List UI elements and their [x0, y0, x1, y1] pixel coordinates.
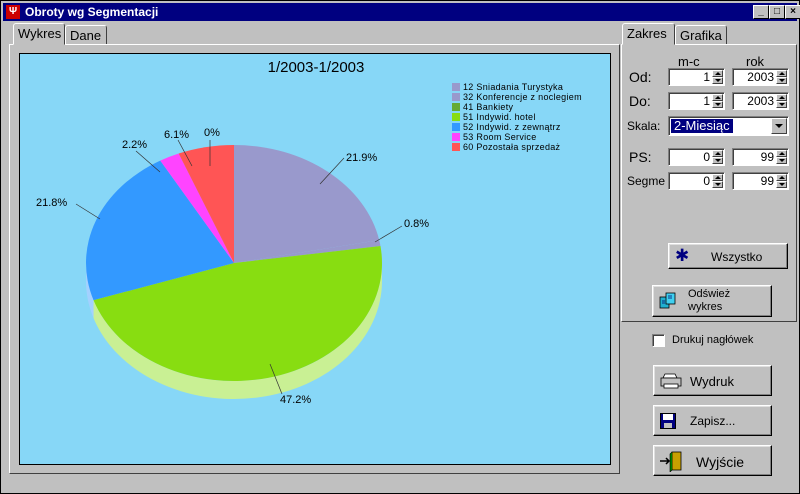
minimize-button[interactable]: _	[753, 5, 769, 19]
pie-label-konferencje: 0.8%	[404, 218, 430, 230]
legend-item: 12 Sniadania Turystyka	[452, 82, 610, 92]
legend-item: 53 Room Service	[452, 132, 610, 142]
spin-up-icon[interactable]	[712, 70, 723, 77]
spin-up-icon[interactable]	[776, 70, 787, 77]
printer-icon	[660, 372, 682, 393]
legend-item: 52 Indywid. z zewnątrz	[452, 122, 610, 132]
app-icon[interactable]: Ψ	[6, 5, 20, 19]
pie-label-zewnatrz: 21.8%	[36, 197, 68, 209]
legend-label: 51 Indywid. hotel	[463, 112, 536, 122]
legend-label: 32 Konferencje z noclegiem	[463, 92, 582, 102]
spin-up-icon[interactable]	[776, 174, 787, 181]
year-column-label: rok	[746, 54, 765, 69]
spin-up-icon[interactable]	[712, 174, 723, 181]
legend-swatch	[452, 133, 460, 141]
ps-label: PS:	[629, 149, 652, 165]
save-button[interactable]: Zapisz...	[653, 405, 772, 436]
leader-line	[75, 203, 101, 220]
chevron-down-icon[interactable]	[771, 118, 787, 134]
spin-up-icon[interactable]	[712, 150, 723, 157]
scale-label: Skala:	[627, 119, 661, 133]
legend-swatch	[452, 123, 460, 131]
from-month-stepper[interactable]: 1	[668, 68, 725, 86]
from-year-stepper[interactable]: 2003	[732, 68, 789, 86]
main-window: Ψ Obroty wg Segmentacji _ □ × Wykres Dan…	[0, 0, 800, 494]
legend-label: 52 Indywid. z zewnątrz	[463, 122, 561, 132]
month-column-label: m-c	[678, 54, 700, 69]
chart-legend: 12 Sniadania Turystyka 32 Konferencje z n…	[452, 82, 610, 152]
legend-swatch	[452, 93, 460, 101]
pie-label-pozostala: 6.1%	[164, 129, 190, 141]
spin-down-icon[interactable]	[712, 101, 723, 108]
scale-selected-value: 2-Miesiąc	[671, 119, 733, 133]
pie-label-hotel: 47.2%	[280, 394, 312, 406]
spin-up-icon[interactable]	[712, 94, 723, 101]
legend-label: 53 Room Service	[463, 132, 537, 142]
refresh-chart-button[interactable]: Odśwież wykres	[652, 285, 772, 317]
asterisk-icon: ✱	[675, 246, 690, 265]
spin-down-icon[interactable]	[776, 101, 787, 108]
spin-down-icon[interactable]	[776, 181, 787, 188]
tab-dane[interactable]: Dane	[65, 25, 107, 45]
segme-to-stepper[interactable]: 99	[732, 172, 789, 190]
ps-to-stepper[interactable]: 99	[732, 148, 789, 166]
all-button[interactable]: ✱ Wszystko	[668, 243, 788, 269]
spin-up-icon[interactable]	[776, 150, 787, 157]
to-label: Do:	[629, 93, 651, 109]
pie-label-room-service: 2.2%	[122, 139, 148, 151]
leader-line	[374, 225, 403, 243]
tab-grafika[interactable]: Grafika	[675, 25, 727, 45]
segme-label: Segme	[627, 174, 666, 188]
print-header-checkbox[interactable]	[652, 334, 665, 347]
legend-swatch	[452, 113, 460, 121]
legend-label: 41 Bankiety	[463, 102, 514, 112]
floppy-disk-icon	[660, 413, 676, 432]
tab-wykres[interactable]: Wykres	[13, 23, 65, 45]
to-month-stepper[interactable]: 1	[668, 92, 725, 110]
legend-label: 60 Pozostała sprzedaż	[463, 142, 561, 152]
legend-swatch	[452, 143, 460, 151]
pie-chart: 1/2003-1/2003 12 Sniadania Turystyka 32 K…	[19, 53, 611, 465]
title-bar[interactable]: Ψ Obroty wg Segmentacji _ □ ×	[3, 3, 800, 21]
spin-down-icon[interactable]	[712, 181, 723, 188]
legend-item: 51 Indywid. hotel	[452, 112, 610, 122]
print-button[interactable]: Wydruk	[653, 365, 772, 396]
spin-down-icon[interactable]	[712, 77, 723, 84]
scale-select[interactable]: 2-Miesiąc	[668, 116, 789, 136]
from-label: Od:	[629, 69, 652, 85]
spin-down-icon[interactable]	[776, 157, 787, 164]
print-header-label: Drukuj nagłówek	[672, 334, 754, 346]
legend-label: 12 Sniadania Turystyka	[463, 82, 564, 92]
spin-up-icon[interactable]	[776, 94, 787, 101]
legend-item: 60 Pozostała sprzedaż	[452, 142, 610, 152]
exit-door-icon	[658, 450, 684, 475]
refresh-icon	[659, 292, 677, 310]
ps-from-stepper[interactable]: 0	[668, 148, 725, 166]
spin-down-icon[interactable]	[776, 77, 787, 84]
legend-item: 41 Bankiety	[452, 102, 610, 112]
maximize-button[interactable]: □	[769, 5, 785, 19]
segme-from-stepper[interactable]: 0	[668, 172, 725, 190]
to-year-stepper[interactable]: 2003	[732, 92, 789, 110]
spin-down-icon[interactable]	[712, 157, 723, 164]
legend-swatch	[452, 83, 460, 91]
legend-item: 32 Konferencje z noclegiem	[452, 92, 610, 102]
pie-label-sniadania: 21.9%	[346, 152, 378, 164]
legend-swatch	[452, 103, 460, 111]
close-button[interactable]: ×	[785, 5, 800, 19]
tab-zakres[interactable]: Zakres	[622, 23, 675, 45]
exit-button[interactable]: Wyjście	[653, 445, 772, 476]
pie-label-bankiety: 0%	[204, 127, 220, 139]
window-title: Obroty wg Segmentacji	[25, 5, 159, 19]
